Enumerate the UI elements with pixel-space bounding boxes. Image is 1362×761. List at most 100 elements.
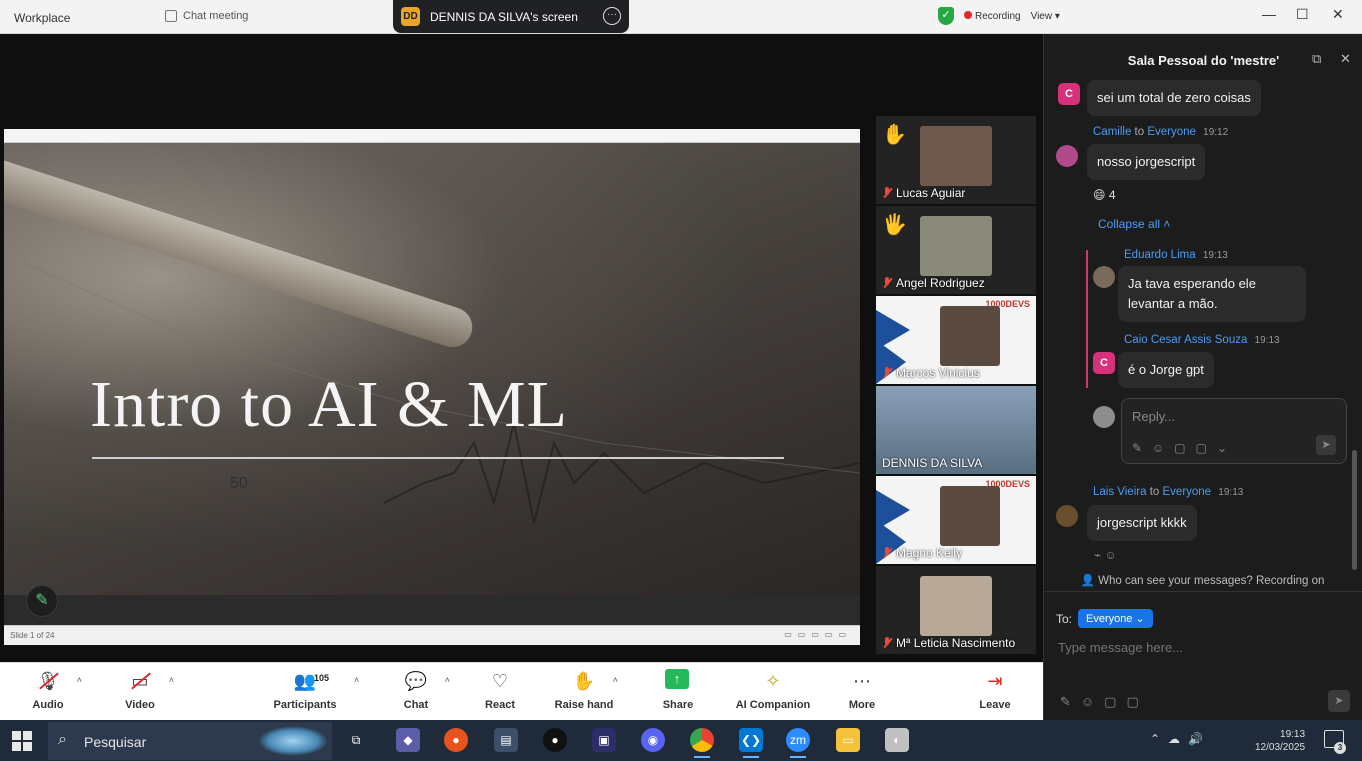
pop-out-icon[interactable]: ⧉ xyxy=(1312,51,1321,67)
participant-video xyxy=(940,306,1000,366)
avatar xyxy=(1093,266,1115,288)
send-icon[interactable]: ➤ xyxy=(1316,435,1336,455)
view-button[interactable]: View ▾ xyxy=(1031,11,1060,22)
chat-header: Sala Pessoal do 'mestre' ⧉ ✕ xyxy=(1044,34,1362,84)
recording-label: Recording xyxy=(975,10,1021,22)
message-meta: Lais Vieira to Everyone 19:13 xyxy=(1093,486,1243,498)
slide-title: Intro to AI & ML xyxy=(90,368,568,441)
vscode-icon[interactable]: ❮❯ xyxy=(739,728,763,758)
recipient-value: Everyone xyxy=(1086,613,1133,625)
chevron-up-icon[interactable]: ˄ xyxy=(613,675,618,685)
presentation-top-bar xyxy=(4,129,860,143)
message-bubble[interactable]: Ja tava esperando ele levantar a mão. xyxy=(1118,266,1306,322)
app-icon[interactable]: ▤ xyxy=(494,728,518,752)
privacy-notice[interactable]: 👤 Who can see your messages? Recording o… xyxy=(1043,568,1362,592)
zoom-icon[interactable]: zm xyxy=(786,728,810,758)
screen-share-indicator[interactable]: DD DENNIS DA SILVA's screen ··· xyxy=(393,0,629,33)
discord-icon[interactable]: ◉ xyxy=(641,728,665,752)
intellij-icon[interactable]: ▣ xyxy=(592,728,616,752)
react-label: React xyxy=(485,699,515,711)
chat-message-input[interactable] xyxy=(1058,640,1338,655)
participant-tile[interactable]: DENNIS DA SILVA xyxy=(876,386,1036,474)
more-icon: ⋯ xyxy=(853,671,871,691)
message-bubble[interactable]: é o Jorge gpt xyxy=(1118,352,1214,388)
chevron-up-icon[interactable]: ˄ xyxy=(169,675,174,685)
taskbar-search[interactable]: ⌕ Pesquisar xyxy=(48,722,332,760)
postman-icon[interactable]: ● xyxy=(444,728,468,752)
mic-muted-icon xyxy=(882,277,892,289)
chevron-up-icon[interactable]: ˄ xyxy=(77,675,82,685)
message-bubble[interactable]: nosso jorgescript xyxy=(1087,144,1206,180)
title-underline xyxy=(92,457,784,459)
more-label: More xyxy=(848,699,876,711)
reply-input-box[interactable]: Reply... ✎☺▢▢⌄ ➤ xyxy=(1121,398,1347,464)
close-icon[interactable]: ✕ xyxy=(1332,6,1344,23)
sender-name[interactable]: Caio Cesar Assis Souza xyxy=(1124,334,1247,346)
participant-tile[interactable]: 1000DEVS Magno Kelly xyxy=(876,476,1036,564)
chevron-up-icon[interactable]: ˄ xyxy=(354,675,359,685)
recipient-name: Everyone xyxy=(1162,486,1212,498)
participant-name-text: Magno Kelly xyxy=(896,546,963,560)
more-button[interactable]: ⋯ More xyxy=(822,669,902,711)
participant-strip: ✋ Lucas Aguiar 🖐 Angel Rodriguez 1000DEVS Mar… xyxy=(876,116,1038,656)
reply-reaction-icons[interactable]: ⌁ ☺ xyxy=(1094,548,1117,562)
ai-companion-button[interactable]: ✧ AI Companion xyxy=(733,669,813,711)
video-button[interactable]: ▭ ˄ Video xyxy=(100,669,180,711)
pencil-icon[interactable]: ✎ xyxy=(26,585,58,617)
video-label: Video xyxy=(125,699,155,711)
chat-icon: 💬 xyxy=(404,671,428,691)
participant-tile[interactable]: 🖐 Angel Rodriguez xyxy=(876,206,1036,294)
reaction-badge[interactable]: 😄 4 xyxy=(1093,188,1116,202)
more-options-icon[interactable]: ··· xyxy=(603,7,621,25)
chevron-up-icon[interactable]: ˄ xyxy=(445,675,450,685)
audio-button[interactable]: 🎙 ˄ Audio xyxy=(8,669,88,711)
participants-button[interactable]: 👥 105 Participants xyxy=(265,669,345,711)
chrome-icon[interactable] xyxy=(690,728,714,758)
system-tray[interactable]: ⌃☁🔊 xyxy=(1150,732,1211,746)
raised-hand-icon: ✋ xyxy=(882,124,907,146)
message-meta: Camille to Everyone 19:12 xyxy=(1093,126,1228,138)
meeting-toolbar: 🎙 ˄ Audio ▭ ˄ Video 👥 105 Participants ˄ … xyxy=(0,662,1043,720)
reply-tools[interactable]: ✎☺▢▢⌄ xyxy=(1132,441,1237,455)
app-icon[interactable]: ◐ xyxy=(885,728,909,752)
send-icon[interactable]: ➤ xyxy=(1328,690,1350,712)
close-chat-icon[interactable]: ✕ xyxy=(1340,51,1351,67)
recipient-dropdown[interactable]: Everyone ⌄ xyxy=(1078,609,1153,628)
recipient-row: To: Everyone ⌄ xyxy=(1056,609,1153,628)
participant-tile[interactable]: ✋ Lucas Aguiar xyxy=(876,116,1036,204)
sender-name[interactable]: Eduardo Lima xyxy=(1124,249,1196,261)
minimize-icon[interactable]: — xyxy=(1262,6,1276,22)
app-icon[interactable]: ◆ xyxy=(396,728,420,752)
meeting-tab[interactable]: Chat meeting xyxy=(165,10,248,22)
message-bubble[interactable]: sei um total de zero coisas xyxy=(1087,80,1261,116)
taskbar-clock[interactable]: 19:13 12/03/2025 xyxy=(1255,728,1305,754)
view-controls[interactable]: ▭▭▭▭▭ xyxy=(784,630,852,639)
participant-tile[interactable]: Mª Leticia Nascimento xyxy=(876,566,1036,654)
participant-name-text: Marcos Vinicius xyxy=(896,366,980,380)
leave-button[interactable]: ⇥ Leave xyxy=(955,669,1035,711)
shared-screen[interactable]: 50 Intro to AI & ML ✎ Slide 1 of 24 ▭▭▭▭… xyxy=(4,129,860,645)
chat-input-tools[interactable]: ✎☺▢▢ xyxy=(1060,694,1149,710)
message-bubble[interactable]: jorgescript kkkk xyxy=(1087,505,1197,541)
github-icon[interactable]: ● xyxy=(543,728,567,752)
maximize-icon[interactable]: ☐ xyxy=(1296,6,1309,23)
windows-start-icon[interactable] xyxy=(12,731,32,751)
share-button[interactable]: ↑ Share xyxy=(638,669,718,711)
share-title: DENNIS DA SILVA's screen xyxy=(430,9,578,24)
react-button[interactable]: ♡ React xyxy=(460,669,540,711)
participant-name: Lucas Aguiar xyxy=(882,186,965,200)
audio-label: Audio xyxy=(32,699,64,711)
task-view-icon[interactable]: ⧉ xyxy=(344,728,368,752)
shield-icon[interactable]: ✓ xyxy=(938,7,954,25)
participant-tile[interactable]: 1000DEVS Marcos Vinicius xyxy=(876,296,1036,384)
file-explorer-icon[interactable]: ▭ xyxy=(836,728,860,752)
collapse-all-button[interactable]: Collapse all ˄ xyxy=(1098,217,1170,231)
sender-name[interactable]: Camille xyxy=(1093,126,1131,138)
chat-scrollbar[interactable] xyxy=(1352,450,1357,570)
raise-hand-button[interactable]: ✋ ˄ Raise hand xyxy=(544,669,624,711)
recording-indicator[interactable]: Recording xyxy=(964,10,1021,22)
sparkle-icon: ✧ xyxy=(765,671,781,691)
sender-name[interactable]: Lais Vieira xyxy=(1093,486,1147,498)
chat-button[interactable]: 💬 ˄ Chat xyxy=(376,669,456,711)
participant-video xyxy=(920,216,992,276)
